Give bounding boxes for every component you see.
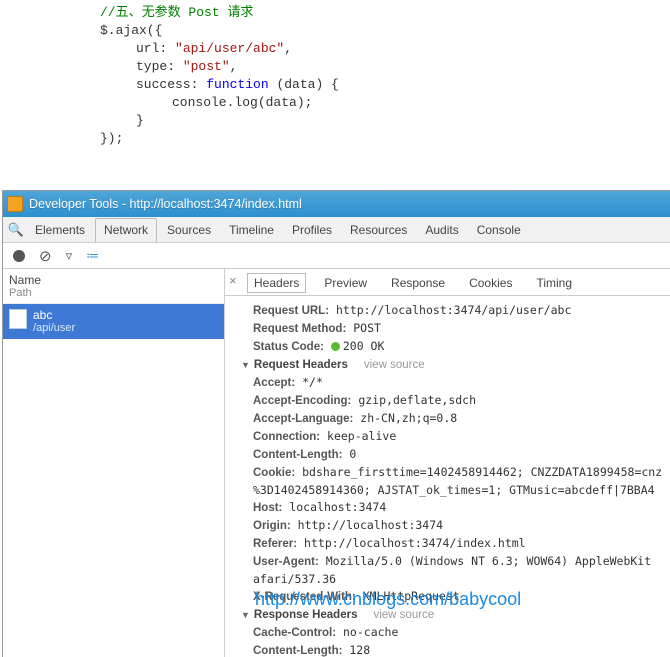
request-headers-section[interactable]: Request Headers xyxy=(241,359,348,371)
request-path: /api/user xyxy=(33,322,75,335)
status-code-label: Status Code: xyxy=(253,341,324,353)
request-url-label: Request URL: xyxy=(253,305,329,317)
window-titlebar[interactable]: Developer Tools - http://localhost:3474/… xyxy=(3,191,670,217)
view-list-icon[interactable]: ≔ xyxy=(86,248,100,264)
tab-timeline[interactable]: Timeline xyxy=(221,219,282,241)
request-method-value: POST xyxy=(353,321,381,335)
headers-content: Request URL: http://localhost:3474/api/u… xyxy=(225,296,670,657)
details-subtabs: Headers Preview Response Cookies Timing xyxy=(225,269,670,296)
tab-elements[interactable]: Elements xyxy=(27,219,93,241)
file-icon xyxy=(9,309,27,329)
record-icon[interactable] xyxy=(13,250,25,262)
view-source-link[interactable]: view source xyxy=(364,359,425,371)
request-details-panel: × Headers Preview Response Cookies Timin… xyxy=(225,269,670,657)
tab-sources[interactable]: Sources xyxy=(159,219,219,241)
main-tabbar: 🔍 Elements Network Sources Timeline Prof… xyxy=(3,217,670,243)
request-name: abc xyxy=(33,308,75,322)
request-url-value: http://localhost:3474/api/user/abc xyxy=(336,303,571,317)
tab-profiles[interactable]: Profiles xyxy=(284,219,340,241)
code-comment: //五、无参数 Post 请求 xyxy=(100,5,253,20)
tab-audits[interactable]: Audits xyxy=(417,219,466,241)
tab-network[interactable]: Network xyxy=(95,218,157,242)
view-source-link-2[interactable]: view source xyxy=(373,609,434,621)
close-icon[interactable]: × xyxy=(229,273,237,288)
subtab-cookies[interactable]: Cookies xyxy=(463,274,518,292)
network-toolbar: ⊘ ▿ ≔ xyxy=(3,243,670,269)
devtools-window: Developer Tools - http://localhost:3474/… xyxy=(2,190,670,657)
code-snippet: //五、无参数 Post 请求 $.ajax({ url: "api/user/… xyxy=(0,0,670,158)
col-name: Name xyxy=(9,273,218,287)
filter-icon[interactable]: ▿ xyxy=(66,248,73,264)
status-dot-icon xyxy=(331,342,340,351)
status-code-value: 200 OK xyxy=(343,339,385,353)
request-method-label: Request Method: xyxy=(253,323,346,335)
window-title: Developer Tools - http://localhost:3474/… xyxy=(29,191,302,217)
subtab-headers[interactable]: Headers xyxy=(247,273,306,293)
subtab-timing[interactable]: Timing xyxy=(530,274,578,292)
col-path: Path xyxy=(9,287,218,299)
clear-icon[interactable]: ⊘ xyxy=(39,247,52,265)
request-row[interactable]: abc /api/user xyxy=(3,304,224,339)
app-icon xyxy=(7,196,23,212)
tab-console[interactable]: Console xyxy=(469,219,529,241)
request-list-panel: Name Path abc /api/user xyxy=(3,269,225,657)
response-headers-section[interactable]: Response Headers xyxy=(241,609,357,621)
subtab-response[interactable]: Response xyxy=(385,274,451,292)
subtab-preview[interactable]: Preview xyxy=(318,274,373,292)
search-icon[interactable]: 🔍 xyxy=(7,222,25,238)
request-list-header[interactable]: Name Path xyxy=(3,269,224,304)
tab-resources[interactable]: Resources xyxy=(342,219,415,241)
